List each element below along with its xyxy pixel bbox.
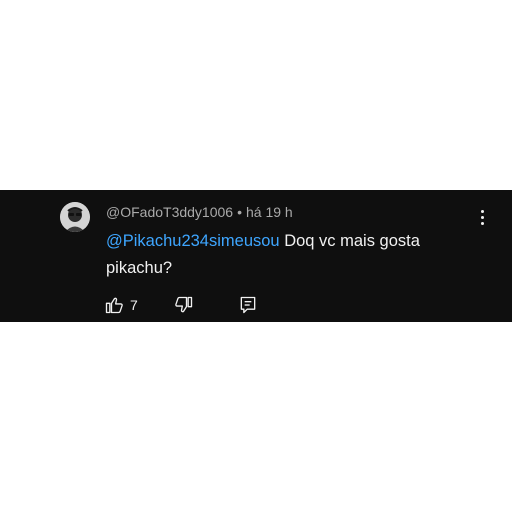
comment-text: @Pikachu234simeusou Doq vc mais gosta pi… <box>106 228 456 282</box>
thumbs-up-icon <box>105 297 123 314</box>
reply-button[interactable] <box>238 295 258 315</box>
comment-card: @OFadoT3ddy1006 • há 19 h @Pikachu234simeu… <box>0 190 512 322</box>
dislike-button[interactable] <box>174 295 194 315</box>
comment-timestamp[interactable]: há 19 h <box>246 204 293 220</box>
meta-separator: • <box>237 204 242 220</box>
mention-link[interactable]: @Pikachu234simeusou <box>106 232 280 250</box>
kebab-menu-icon[interactable] <box>472 206 492 228</box>
thumbs-down-icon <box>174 296 192 313</box>
like-count: 7 <box>130 297 138 313</box>
avatar[interactable] <box>60 202 90 232</box>
like-button[interactable]: 7 <box>104 295 138 315</box>
author-name[interactable]: @OFadoT3ddy1006 <box>106 204 233 220</box>
comment-actions: 7 <box>104 294 258 316</box>
reply-icon <box>240 296 256 314</box>
comment-meta: @OFadoT3ddy1006 • há 19 h <box>106 204 293 220</box>
avatar-image <box>60 202 90 232</box>
